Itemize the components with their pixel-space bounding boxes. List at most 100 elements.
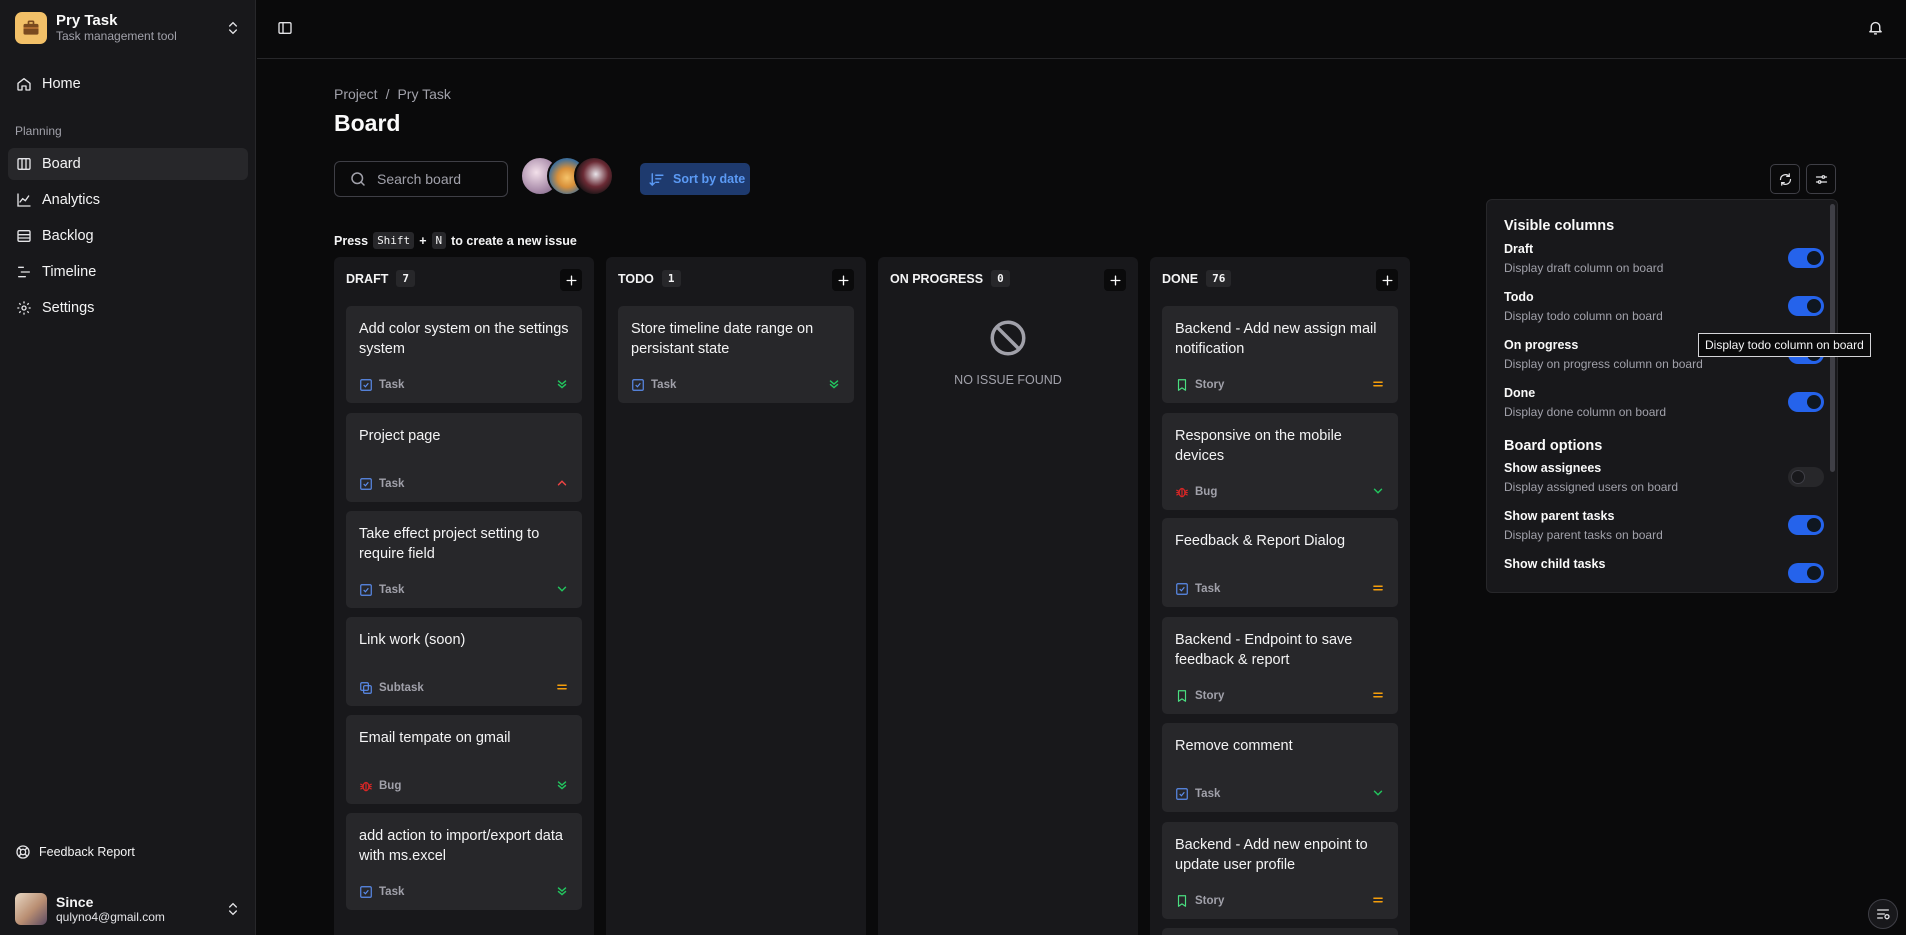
brand-name: Pry Task	[56, 12, 118, 29]
issue-card[interactable]: add action to import/export data with ms…	[346, 813, 582, 910]
breadcrumb-current[interactable]: Pry Task	[397, 86, 450, 102]
issue-title: add action to import/export data with ms…	[359, 828, 563, 864]
sidebar-item-label: Analytics	[42, 192, 101, 208]
gear-icon	[17, 301, 31, 315]
issue-card[interactable]: Feedback & Report Dialog Task	[1162, 518, 1398, 607]
issue-card[interactable]: Backend - Add new enpoint to update user…	[1162, 822, 1398, 919]
topbar	[257, 0, 1906, 59]
sidebar-item-home[interactable]: Home	[8, 68, 248, 100]
avatar[interactable]	[574, 156, 614, 196]
task-icon	[360, 379, 372, 391]
add-issue-button[interactable]	[1104, 269, 1126, 291]
issue-type: Story	[1195, 690, 1225, 702]
sidebar: Pry Task Task management tool Home Plann…	[0, 0, 256, 935]
user-email: qulyno4@gmail.com	[56, 909, 165, 924]
option-title: Show child tasks	[1504, 557, 1606, 571]
sort-by-date-button[interactable]: Sort by date	[640, 163, 750, 195]
priority-medium-icon	[1373, 585, 1383, 591]
plus-icon	[837, 274, 849, 286]
column-title: DRAFT	[346, 271, 389, 286]
sort-label: Sort by date	[673, 172, 746, 186]
toggle-done-column[interactable]	[1788, 392, 1824, 412]
feedback-report-link[interactable]: Feedback Report	[15, 844, 135, 860]
sidebar-item-backlog[interactable]: Backlog	[8, 220, 248, 252]
column-count: 7	[396, 270, 415, 287]
sidebar-toggle-icon[interactable]	[277, 20, 293, 36]
option-description: Display done column on board	[1504, 405, 1667, 419]
app: Pry Task Task management tool Home Plann…	[0, 0, 1906, 935]
brand-subtitle: Task management tool	[56, 29, 177, 43]
priority-low-icon	[557, 586, 567, 592]
issue-title: Project page	[359, 428, 441, 444]
chevrons-updown-icon	[229, 21, 237, 35]
priority-lowest-icon	[829, 380, 839, 389]
column-todo: TODO 1 Store timeline date range on persi…	[606, 257, 866, 935]
task-icon	[1176, 788, 1188, 800]
column-count: 0	[991, 270, 1010, 287]
ban-icon	[990, 320, 1026, 356]
option-draft: Draft Display draft column on board	[1504, 242, 1824, 282]
toggle-todo-column[interactable]	[1788, 296, 1824, 316]
option-show-parent-tasks: Show parent tasks Display parent tasks o…	[1504, 509, 1824, 549]
issue-title: Add color system on the settings system	[359, 321, 569, 357]
issue-card[interactable]: Take effect project setting to require f…	[346, 511, 582, 608]
sidebar-item-settings[interactable]: Settings	[8, 292, 248, 324]
issue-title: Feedback & Report Dialog	[1175, 533, 1346, 549]
sidebar-item-board[interactable]: Board	[8, 148, 248, 180]
board-settings-button[interactable]	[1806, 164, 1836, 194]
project-switcher[interactable]: Pry Task Task management tool	[15, 11, 241, 45]
subtask-icon	[360, 682, 372, 694]
add-issue-button[interactable]	[560, 269, 582, 291]
issue-card[interactable]: Add color system on the settings system …	[346, 306, 582, 403]
search-box[interactable]	[334, 161, 508, 197]
option-description: Display assigned users on board	[1504, 480, 1679, 494]
option-title: Show assignees	[1504, 461, 1602, 475]
issue-card[interactable]: Remove comment Task	[1162, 723, 1398, 812]
breadcrumb-project[interactable]: Project	[334, 86, 378, 102]
priority-medium-icon	[1373, 692, 1383, 698]
user-menu[interactable]: Since qulyno4@gmail.com	[15, 891, 241, 927]
option-show-child-tasks: Show child tasks	[1504, 557, 1824, 592]
shortcut-hint: Press Shift + N to create a new issue	[334, 232, 577, 249]
toggle-draft-column[interactable]	[1788, 248, 1824, 268]
sidebar-item-label: Board	[42, 156, 81, 172]
toggle-show-child-tasks[interactable]	[1788, 563, 1824, 583]
issue-card[interactable]: Email tempate on gmail Bug	[346, 715, 582, 804]
issue-card[interactable]	[1162, 928, 1398, 935]
board-options-heading: Board options	[1504, 438, 1603, 454]
option-done: Done Display done column on board	[1504, 386, 1824, 426]
refresh-button[interactable]	[1770, 164, 1800, 194]
feedback-label: Feedback Report	[39, 845, 135, 859]
sidebar-item-analytics[interactable]: Analytics	[8, 184, 248, 216]
option-title: Show parent tasks	[1504, 509, 1615, 523]
add-issue-button[interactable]	[1376, 269, 1398, 291]
issue-card[interactable]: Project page Task	[346, 413, 582, 502]
issue-title: Remove comment	[1175, 738, 1293, 754]
option-description: Display todo column on board	[1504, 309, 1663, 323]
issue-title: Email tempate on gmail	[359, 730, 511, 746]
issue-type: Task	[379, 478, 405, 490]
chart-icon	[17, 193, 31, 207]
issue-type: Bug	[379, 780, 402, 792]
shortcuts-button[interactable]	[1868, 899, 1898, 929]
priority-low-icon	[1373, 488, 1383, 494]
empty-state-text: NO ISSUE FOUND	[954, 373, 1062, 387]
toggle-show-assignees[interactable]	[1788, 467, 1824, 487]
bookmark-icon	[1177, 690, 1187, 702]
bell-icon[interactable]	[1867, 19, 1884, 36]
issue-card[interactable]: Responsive on the mobile devices Bug	[1162, 413, 1398, 510]
issue-card[interactable]: Store timeline date range on persistant …	[618, 306, 854, 403]
priority-lowest-icon	[557, 887, 567, 896]
toggle-show-parent-tasks[interactable]	[1788, 515, 1824, 535]
issue-card[interactable]: Link work (soon) Subtask	[346, 617, 582, 706]
issue-title: Link work (soon)	[359, 632, 466, 648]
add-issue-button[interactable]	[832, 269, 854, 291]
sidebar-item-timeline[interactable]: Timeline	[8, 256, 248, 288]
option-description: Display on progress column on board	[1504, 357, 1703, 371]
search-input[interactable]	[377, 171, 497, 187]
issue-card[interactable]: Backend - Add new assign mail notificati…	[1162, 306, 1398, 403]
priority-medium-icon	[557, 684, 567, 690]
issue-type: Task	[1195, 788, 1221, 800]
bookmark-icon	[1177, 895, 1187, 907]
issue-card[interactable]: Backend - Endpoint to save feedback & re…	[1162, 617, 1398, 714]
